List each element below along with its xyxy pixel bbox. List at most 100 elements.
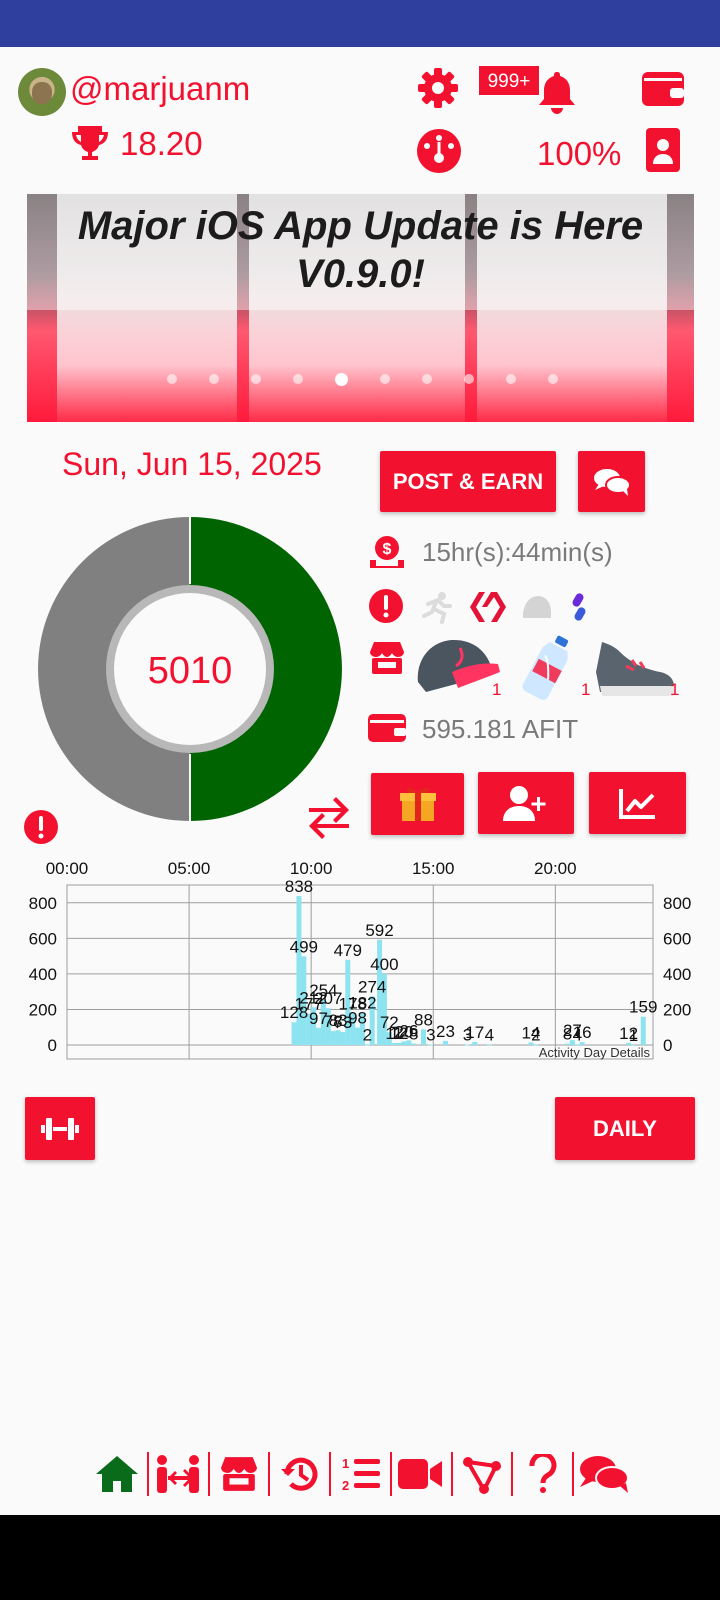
carousel-dot[interactable] — [380, 374, 390, 384]
bar-value-label: 182 — [348, 994, 376, 1013]
steps-count: 5010 — [148, 650, 233, 692]
bottom-navigation: 1 2 — [88, 1449, 633, 1499]
alert-icon[interactable] — [368, 588, 404, 624]
carousel-dot[interactable] — [422, 374, 432, 384]
add-friend-button[interactable] — [478, 772, 574, 834]
gift-icon — [399, 787, 436, 821]
carousel-dot[interactable] — [548, 374, 558, 384]
runner-icon — [422, 592, 452, 624]
x-tick-label: 10:00 — [290, 859, 333, 878]
chart-bar — [330, 1031, 336, 1045]
chart-bar — [291, 1022, 297, 1045]
gear-item-water-bottle[interactable] — [518, 634, 578, 705]
wallet-icon[interactable] — [640, 68, 686, 108]
bar-value-label: 2 — [531, 1026, 540, 1045]
sneaker-icon — [596, 642, 674, 696]
svg-text:1: 1 — [342, 1456, 349, 1471]
y-tick-label-left: 400 — [29, 965, 57, 984]
video-camera-icon — [398, 1459, 443, 1489]
nav-chat[interactable] — [574, 1452, 633, 1496]
question-icon — [529, 1454, 557, 1493]
nav-history[interactable] — [270, 1452, 332, 1496]
comments-icon — [579, 1456, 629, 1493]
bell-icon[interactable] — [536, 70, 578, 114]
carousel-dot[interactable] — [335, 373, 348, 386]
chart-annotation: Activity Day Details — [539, 1045, 651, 1060]
nav-video[interactable] — [392, 1452, 453, 1496]
water-bottle-icon — [522, 635, 569, 700]
nav-challenges[interactable] — [149, 1452, 210, 1496]
dashboard-gauge-icon[interactable] — [416, 128, 462, 174]
user-plus-icon — [503, 786, 546, 821]
banner-headline-line1: Major iOS App Update is Here — [77, 204, 644, 248]
chart-bar — [396, 1042, 402, 1045]
carousel-dot[interactable] — [293, 374, 303, 384]
activity-chart[interactable]: 00:00 05:00 10:00 15:00 20:00 0 0200 200400 400… — [0, 852, 720, 1062]
bar-value-label: 1 — [629, 1026, 638, 1045]
bar-value-label: 17 — [465, 1023, 484, 1042]
workout-button[interactable] — [25, 1097, 95, 1160]
comments-icon — [593, 468, 631, 496]
shop-icon[interactable] — [368, 640, 406, 676]
line-chart-icon — [618, 789, 655, 819]
stats-chart-button[interactable] — [589, 772, 686, 834]
x-tick-label: 20:00 — [534, 859, 577, 878]
y-tick-label-right: 0 — [663, 1036, 672, 1055]
x-tick-label: 00:00 — [46, 859, 89, 878]
nav-home[interactable] — [88, 1452, 149, 1496]
x-axis-ticks: 00:00 05:00 10:00 15:00 20:00 — [46, 859, 577, 878]
post-earn-button[interactable]: POST & EARN — [380, 451, 556, 512]
wallet-icon[interactable] — [368, 712, 406, 744]
dollar-timer-icon: $ — [370, 536, 404, 568]
chart-bar — [296, 896, 302, 1045]
nav-help[interactable] — [513, 1452, 575, 1496]
carousel-dot[interactable] — [464, 374, 474, 384]
helmet-icon — [523, 596, 551, 618]
notification-badge: 999+ — [478, 65, 540, 96]
avatar[interactable] — [18, 68, 66, 116]
dumbbell-icon — [41, 1117, 79, 1140]
y-tick-label-right: 200 — [663, 1000, 691, 1019]
nav-share[interactable] — [453, 1452, 514, 1496]
water-bottle-count: 1 — [581, 680, 591, 699]
gear-item-cap[interactable] — [414, 636, 502, 703]
carousel-dot[interactable] — [506, 374, 516, 384]
chart-bar — [486, 1044, 492, 1046]
nav-market[interactable] — [210, 1452, 271, 1496]
id-card-icon[interactable] — [646, 128, 680, 172]
y-tick-label-right: 600 — [663, 929, 691, 948]
y-tick-label-right: 800 — [663, 894, 691, 913]
carousel-dot[interactable] — [167, 374, 177, 384]
gear-item-sneaker[interactable] — [592, 636, 678, 705]
network-share-icon — [463, 1457, 502, 1494]
gear-icon[interactable] — [416, 66, 460, 110]
carousel-dot[interactable] — [209, 374, 219, 384]
hive-logo-icon — [470, 592, 506, 622]
username[interactable]: @marjuanm — [70, 70, 250, 108]
swap-arrows-icon[interactable] — [305, 796, 353, 840]
chart-bar — [640, 1016, 646, 1045]
chat-button[interactable] — [578, 451, 645, 512]
promo-banner[interactable]: Major iOS App Update is Here V0.9.0! — [27, 194, 694, 422]
nav-leaderboard[interactable]: 1 2 — [331, 1452, 392, 1496]
y-tick-label-right: 400 — [663, 965, 691, 984]
y-tick-label-left: 600 — [29, 929, 57, 948]
chart-bar — [364, 1044, 370, 1046]
steps-progress-ring: 5010 — [38, 514, 342, 824]
carousel-dots[interactable] — [167, 373, 558, 386]
chart-bar — [428, 1044, 434, 1046]
store-icon — [221, 1457, 257, 1491]
gift-button[interactable] — [371, 773, 464, 835]
bar-value-label: 4 — [485, 1025, 494, 1044]
cap-icon — [417, 640, 500, 692]
carousel-dot[interactable] — [251, 374, 261, 384]
bar-value-label: 499 — [290, 937, 318, 956]
bar-value-label: 159 — [629, 998, 657, 1017]
system-navigation-bar — [0, 1515, 720, 1600]
chart-bar — [315, 1027, 321, 1045]
banner-headline-line2: V0.9.0! — [296, 252, 425, 296]
daily-button[interactable]: DAILY — [555, 1097, 695, 1160]
cap-count: 1 — [492, 680, 502, 699]
bar-value-label: 3 — [426, 1025, 435, 1044]
alert-icon[interactable] — [23, 809, 59, 845]
